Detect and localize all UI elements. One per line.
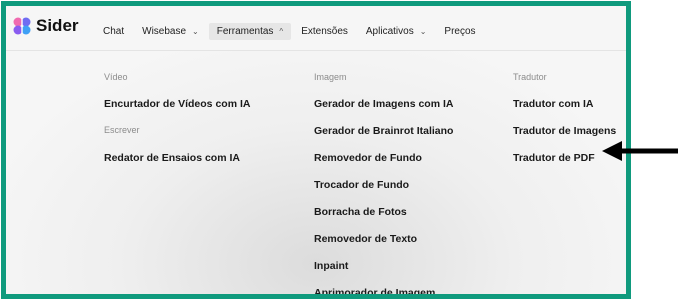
menu-item-image-enhancer[interactable]: Aprimorador de Imagem	[314, 287, 435, 294]
chevron-down-icon: ⌄	[419, 27, 427, 36]
menu-item-essay-writer[interactable]: Redator de Ensaios com IA	[104, 152, 240, 164]
menu-item-text-remover[interactable]: Removedor de Texto	[314, 233, 417, 245]
nav-ferramentas-label: Ferramentas	[216, 26, 274, 37]
nav-extensoes-label: Extensões	[301, 26, 348, 37]
screenshot-frame: Sider Chat Wisebase ⌄ Ferramentas ^ Exte…	[1, 1, 631, 299]
menu-item-ai-translator[interactable]: Tradutor com IA	[513, 98, 594, 110]
menu-item-image-translator[interactable]: Tradutor de Imagens	[513, 125, 616, 137]
nav-precos[interactable]: Preços	[444, 26, 475, 37]
menu-item-image-generator[interactable]: Gerador de Imagens com IA	[314, 98, 453, 110]
section-title-writing: Escrever	[104, 125, 140, 135]
section-title-video: Vídeo	[104, 72, 128, 82]
main-nav: Chat Wisebase ⌄ Ferramentas ^ Extensões …	[103, 23, 494, 40]
brand-name: Sider	[36, 16, 79, 35]
menu-item-photo-eraser[interactable]: Borracha de Fotos	[314, 206, 407, 218]
section-title-image: Imagem	[314, 72, 347, 82]
menu-item-background-remover[interactable]: Removedor de Fundo	[314, 152, 422, 164]
nav-wisebase[interactable]: Wisebase ⌄	[142, 26, 199, 37]
nav-chat-label: Chat	[103, 26, 125, 37]
nav-precos-label: Preços	[444, 26, 476, 37]
nav-chat[interactable]: Chat	[103, 26, 124, 37]
menu-item-pdf-translator[interactable]: Tradutor de PDF	[513, 152, 595, 164]
nav-extensoes[interactable]: Extensões	[301, 26, 348, 37]
top-navbar: Sider Chat Wisebase ⌄ Ferramentas ^ Exte…	[6, 6, 626, 51]
menu-item-video-shortener[interactable]: Encurtador de Vídeos com IA	[104, 98, 250, 110]
nav-aplicativos[interactable]: Aplicativos ⌄	[366, 26, 427, 37]
nav-ferramentas[interactable]: Ferramentas ^	[208, 23, 292, 40]
pointer-arrow-icon	[602, 141, 678, 161]
section-title-translator: Tradutor	[513, 72, 547, 82]
menu-item-background-changer[interactable]: Trocador de Fundo	[314, 179, 409, 191]
brain-logo-icon	[13, 17, 31, 35]
menu-item-inpaint[interactable]: Inpaint	[314, 260, 348, 272]
chevron-down-icon: ⌄	[192, 27, 199, 36]
nav-aplicativos-label: Aplicativos	[365, 26, 414, 37]
menu-item-brainrot-generator[interactable]: Gerador de Brainrot Italiano	[314, 125, 453, 137]
tools-dropdown-menu: Vídeo Encurtador de Vídeos com IA Escrev…	[6, 51, 626, 294]
nav-wisebase-label: Wisebase	[142, 26, 187, 37]
chevron-up-icon: ^	[279, 27, 284, 36]
sider-logo[interactable]: Sider	[12, 16, 79, 36]
